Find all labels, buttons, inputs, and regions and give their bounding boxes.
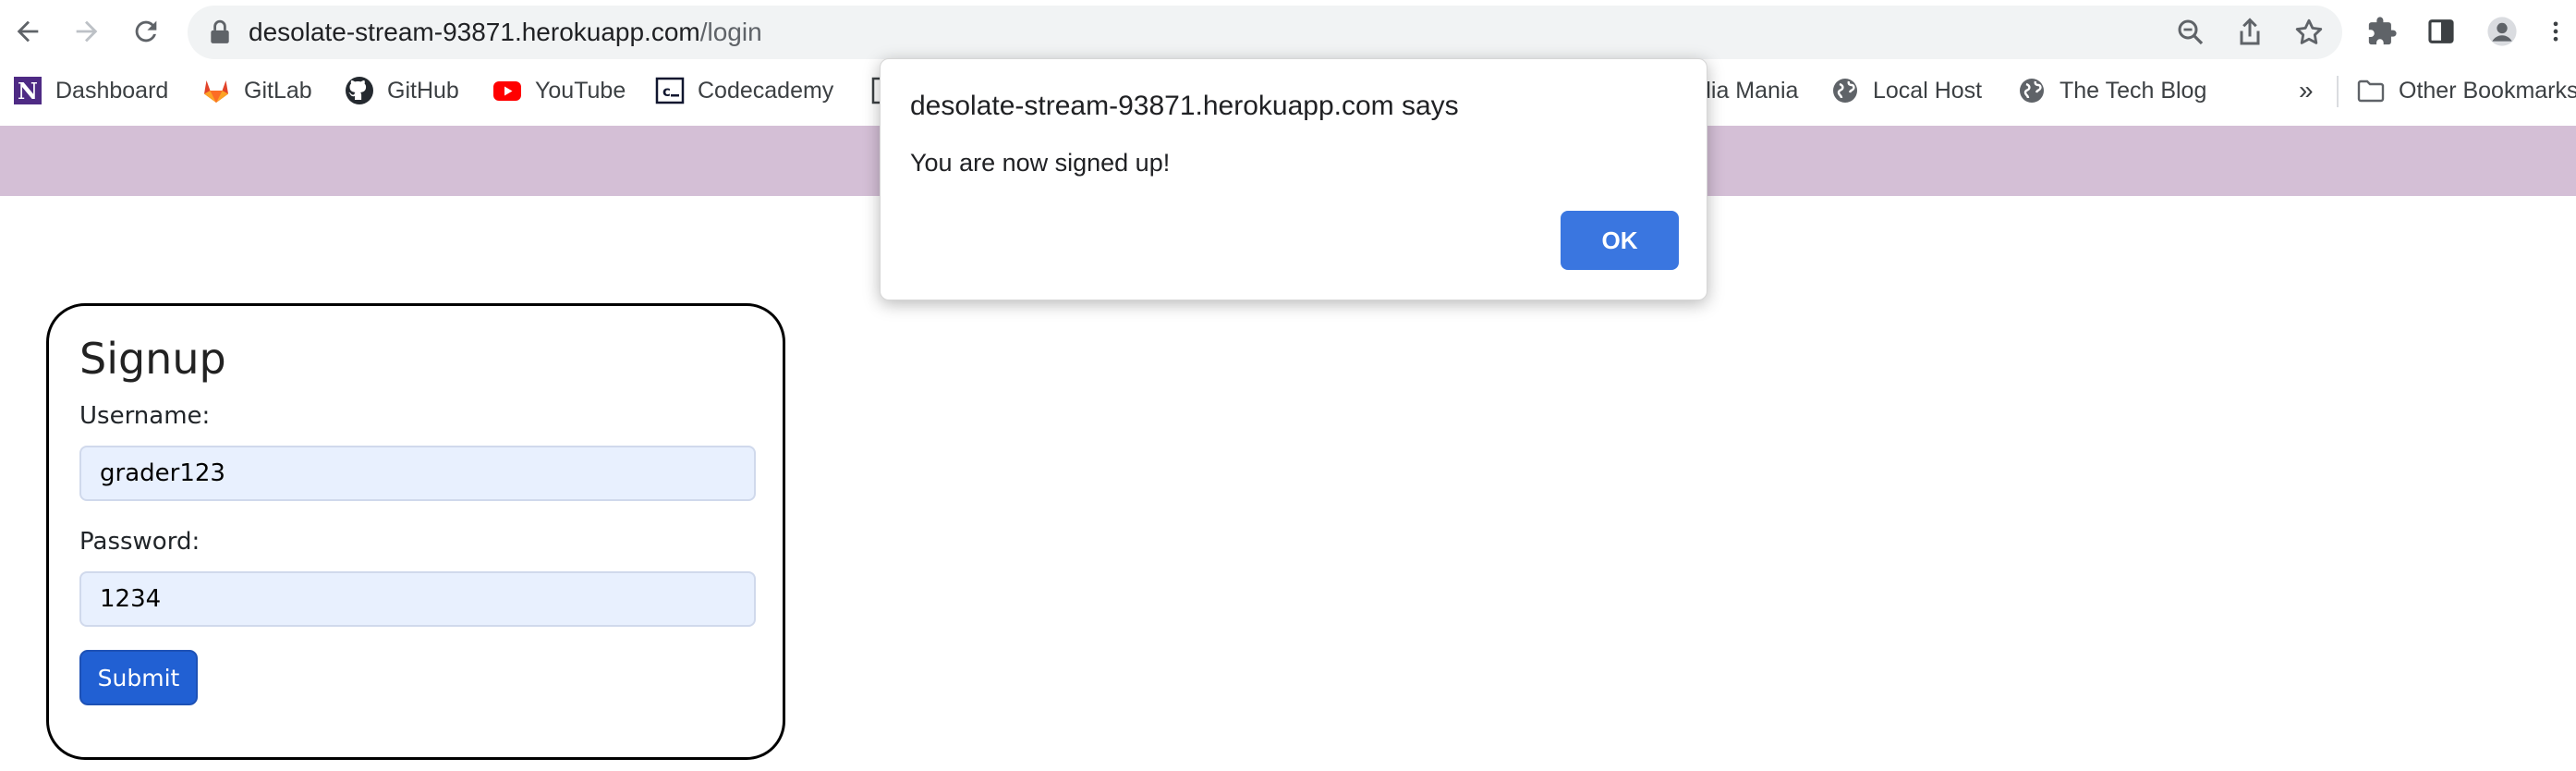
submit-button[interactable]: Submit [79, 650, 198, 705]
bookmark-youtube[interactable]: YouTube [492, 65, 626, 116]
dialog-message: You are now signed up! [910, 149, 1171, 177]
bookmarks-overflow-chevron[interactable]: » [2299, 65, 2314, 116]
bookmark-dashboard[interactable]: N Dashboard [13, 65, 168, 116]
bookmark-label: YouTube [535, 77, 626, 104]
extensions-icon[interactable] [2362, 11, 2402, 52]
gitlab-icon [201, 76, 231, 105]
other-bookmarks-label: Other Bookmarks [2399, 77, 2576, 104]
youtube-icon [492, 76, 522, 105]
globe-icon [1830, 76, 1860, 105]
zoom-icon[interactable] [2174, 16, 2207, 49]
reload-icon[interactable] [126, 11, 166, 52]
bookmark-local-host[interactable]: Local Host [1830, 65, 1982, 116]
bookmark-label: dia Mania [1698, 77, 1799, 104]
alert-dialog: desolate-stream-93871.herokuapp.com says… [880, 58, 1707, 300]
bookmark-codecademy[interactable]: c Codecademy [655, 65, 833, 116]
share-icon[interactable] [2233, 16, 2266, 49]
bookmark-star-icon[interactable] [2292, 16, 2326, 49]
lock-icon[interactable] [208, 19, 232, 45]
back-icon[interactable] [7, 11, 48, 52]
forward-icon[interactable] [67, 11, 107, 52]
dialog-title: desolate-stream-93871.herokuapp.com says [910, 91, 1459, 121]
ok-button[interactable]: OK [1561, 211, 1679, 270]
bookmark-github[interactable]: GitHub [345, 65, 459, 116]
menu-icon[interactable] [2539, 11, 2572, 52]
password-label: Password: [79, 528, 200, 556]
bookmarks-divider [2337, 76, 2339, 107]
side-panel-icon[interactable] [2421, 11, 2461, 52]
profile-icon[interactable] [2482, 11, 2522, 52]
codecademy-icon: c [655, 76, 685, 105]
username-label: Username: [79, 402, 211, 430]
url-text[interactable]: desolate-stream-93871.herokuapp.com/logi… [249, 6, 762, 59]
url-path: /login [699, 18, 762, 46]
bookmark-label: GitHub [387, 77, 459, 104]
password-input[interactable]: 1234 [79, 571, 756, 627]
signup-title: Signup [79, 334, 226, 384]
signup-card: Signup Username: grader123 Password: 123… [46, 303, 785, 760]
globe-icon [2017, 76, 2047, 105]
svg-text:c: c [662, 83, 671, 100]
folder-icon [2356, 76, 2386, 105]
other-bookmarks-folder[interactable]: Other Bookmarks [2356, 65, 2576, 116]
bookmark-label: GitLab [244, 77, 312, 104]
bookmark-gitlab[interactable]: GitLab [201, 65, 312, 116]
github-icon [345, 76, 374, 105]
username-input[interactable]: grader123 [79, 446, 756, 501]
bookmark-tech-blog[interactable]: The Tech Blog [2017, 65, 2206, 116]
bookmark-label: Codecademy [698, 77, 834, 104]
bookmark-label: The Tech Blog [2060, 77, 2207, 104]
browser-toolbar: desolate-stream-93871.herokuapp.com/logi… [0, 0, 2576, 65]
notion-icon: N [13, 76, 43, 105]
svg-text:N: N [18, 78, 38, 104]
url-host: desolate-stream-93871.herokuapp.com [249, 18, 700, 46]
bookmark-label: Local Host [1873, 77, 1983, 104]
bookmark-media-mania[interactable]: dia Mania [1698, 65, 1798, 116]
address-bar[interactable]: desolate-stream-93871.herokuapp.com/logi… [188, 6, 2342, 59]
bookmark-label: Dashboard [55, 77, 169, 104]
